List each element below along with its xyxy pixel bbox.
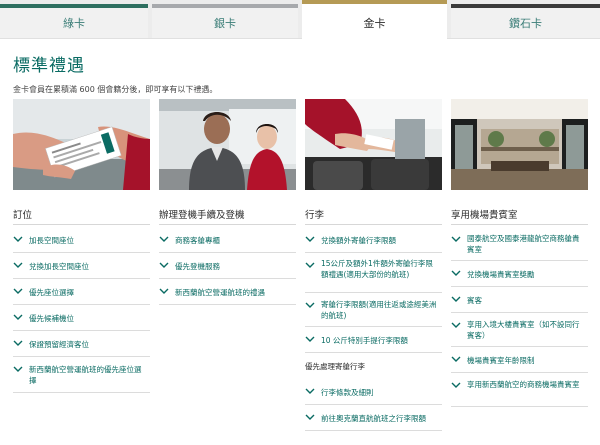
chevron-down-icon [451,382,461,388]
check-in-photo [159,99,296,190]
chevron-down-icon [451,296,461,302]
benefit-link[interactable]: 兌換機場貴賓室獎勵 [451,261,588,287]
tab-gold-card[interactable]: 金卡 [302,0,447,42]
benefit-label: 行李條款及細則 [321,388,374,397]
chevron-down-icon [451,270,461,276]
benefit-link[interactable]: 新西蘭航空營運航班的禮遇 [159,279,296,305]
benefit-link[interactable]: 國泰航空及國泰港龍航空商務艙貴賓室 [451,227,588,261]
benefit-label: 10 公斤特別手提行李限額 [321,336,408,345]
column-divider [305,224,442,225]
benefit-link[interactable]: 賓客 [451,287,588,313]
benefit-label: 兌換機場貴賓室獎勵 [467,270,535,279]
chevron-down-icon [13,314,23,320]
benefit-label: 機場貴賓室年齡限制 [467,356,535,365]
column-divider [451,224,588,225]
benefit-link[interactable]: 商務客艙專櫃 [159,227,296,253]
lounge-photo [451,99,588,190]
benefit-link[interactable]: 15公斤及額外1件額外寄艙行李限額禮遇(適用大部份的航班) [305,253,442,293]
chevron-down-icon [13,262,23,268]
benefit-label: 兌換額外寄艙行李限額 [321,236,396,245]
baggage-photo [305,99,442,190]
boarding-pass-photo [13,99,150,190]
benefit-label: 新西蘭航空營運航班的優先座位選擇 [29,365,142,385]
chevron-down-icon [13,340,23,346]
tab-green-card[interactable]: 綠卡 [0,4,148,38]
benefit-link[interactable]: 享用新西蘭航空的商務機場貴賓室 [451,373,588,407]
benefit-link[interactable]: 兌換額外寄艙行李限額 [305,227,442,253]
chevron-down-icon [305,414,315,420]
chevron-down-icon [13,366,23,372]
benefit-label: 保證預留經濟客位 [29,340,89,349]
tab-diamond-card[interactable]: 鑽石卡 [451,4,600,38]
chevron-down-icon [305,302,315,308]
column-divider [13,224,150,225]
heading-lounge: 享用機場貴賓室 [451,210,518,221]
chevron-down-icon [451,322,461,328]
chevron-down-icon [159,236,169,242]
chevron-down-icon [305,336,315,342]
benefit-link[interactable]: 兌換加長空間座位 [13,253,150,279]
benefit-link[interactable]: 行李條款及細則 [305,379,442,405]
tab-silver-card[interactable]: 銀卡 [152,4,298,38]
benefit-link[interactable]: 優先座位選擇 [13,279,150,305]
benefit-label: 前往奧克蘭直航航班之行李限額 [321,414,426,423]
benefit-link[interactable]: 機場貴賓室年齡限制 [451,347,588,373]
benefit-link[interactable]: 優先候補機位 [13,305,150,331]
chevron-down-icon [305,262,315,268]
heading-check-in-boarding: 辦理登機手續及登機 [159,210,245,221]
benefit-label: 新西蘭航空營運航班的禮遇 [175,288,265,297]
intro-text: 金卡會員在累積滿 600 個會籍分後，即可享有以下禮遇。 [13,85,218,94]
benefit-link[interactable]: 寄艙行李限額(適用往返或途經美洲的航班) [305,293,442,327]
benefit-label: 優先座位選擇 [29,288,74,297]
benefit-note: 優先處理寄艙行李 [305,357,442,379]
benefit-label: 國泰航空及國泰港龍航空商務艙貴賓室 [467,234,580,254]
heading-baggage: 行李 [305,210,325,221]
benefit-label: 賓客 [467,296,482,305]
gold-benefits-panel: 標準禮遇 金卡會員在累積滿 600 個會籍分後，即可享有以下禮遇。 訂位 辦理登… [0,38,600,445]
benefit-link[interactable]: 享用入境大樓貴賓室（如不設同行賓客） [451,313,588,347]
page-title: 標準禮遇 [13,56,85,76]
benefit-link[interactable]: 優先登機服務 [159,253,296,279]
benefit-label: 15公斤及額外1件額外寄艙行李限額禮遇(適用大部份的航班) [321,259,433,279]
benefit-link[interactable]: 10 公斤特別手提行李限額 [305,327,442,353]
chevron-down-icon [305,236,315,242]
benefit-label: 享用新西蘭航空的商務機場貴賓室 [467,380,580,389]
chevron-down-icon [451,356,461,362]
benefit-link[interactable]: 前往奧克蘭直航航班之行李限額 [305,405,442,431]
benefit-label: 優先處理寄艙行李 [305,362,365,371]
chevron-down-icon [451,236,461,242]
benefit-label: 優先登機服務 [175,262,220,271]
chevron-down-icon [13,236,23,242]
benefit-label: 享用入境大樓貴賓室（如不設同行賓客） [467,320,580,340]
benefit-link[interactable]: 保證預留經濟客位 [13,331,150,357]
benefit-label: 加長空間座位 [29,236,74,245]
benefit-label: 商務客艙專櫃 [175,236,220,245]
benefit-label: 兌換加長空間座位 [29,262,89,271]
membership-tabs: 綠卡 銀卡 金卡 鑽石卡 [0,0,600,42]
chevron-down-icon [159,288,169,294]
benefit-label: 優先候補機位 [29,314,74,323]
benefit-link[interactable]: 加長空間座位 [13,227,150,253]
benefit-link[interactable]: 新西蘭航空營運航班的優先座位選擇 [13,357,150,393]
chevron-down-icon [13,288,23,294]
chevron-down-icon [159,262,169,268]
column-divider [159,224,296,225]
benefit-label: 寄艙行李限額(適用往返或途經美洲的航班) [321,300,437,320]
heading-booking: 訂位 [13,210,33,221]
chevron-down-icon [305,388,315,394]
